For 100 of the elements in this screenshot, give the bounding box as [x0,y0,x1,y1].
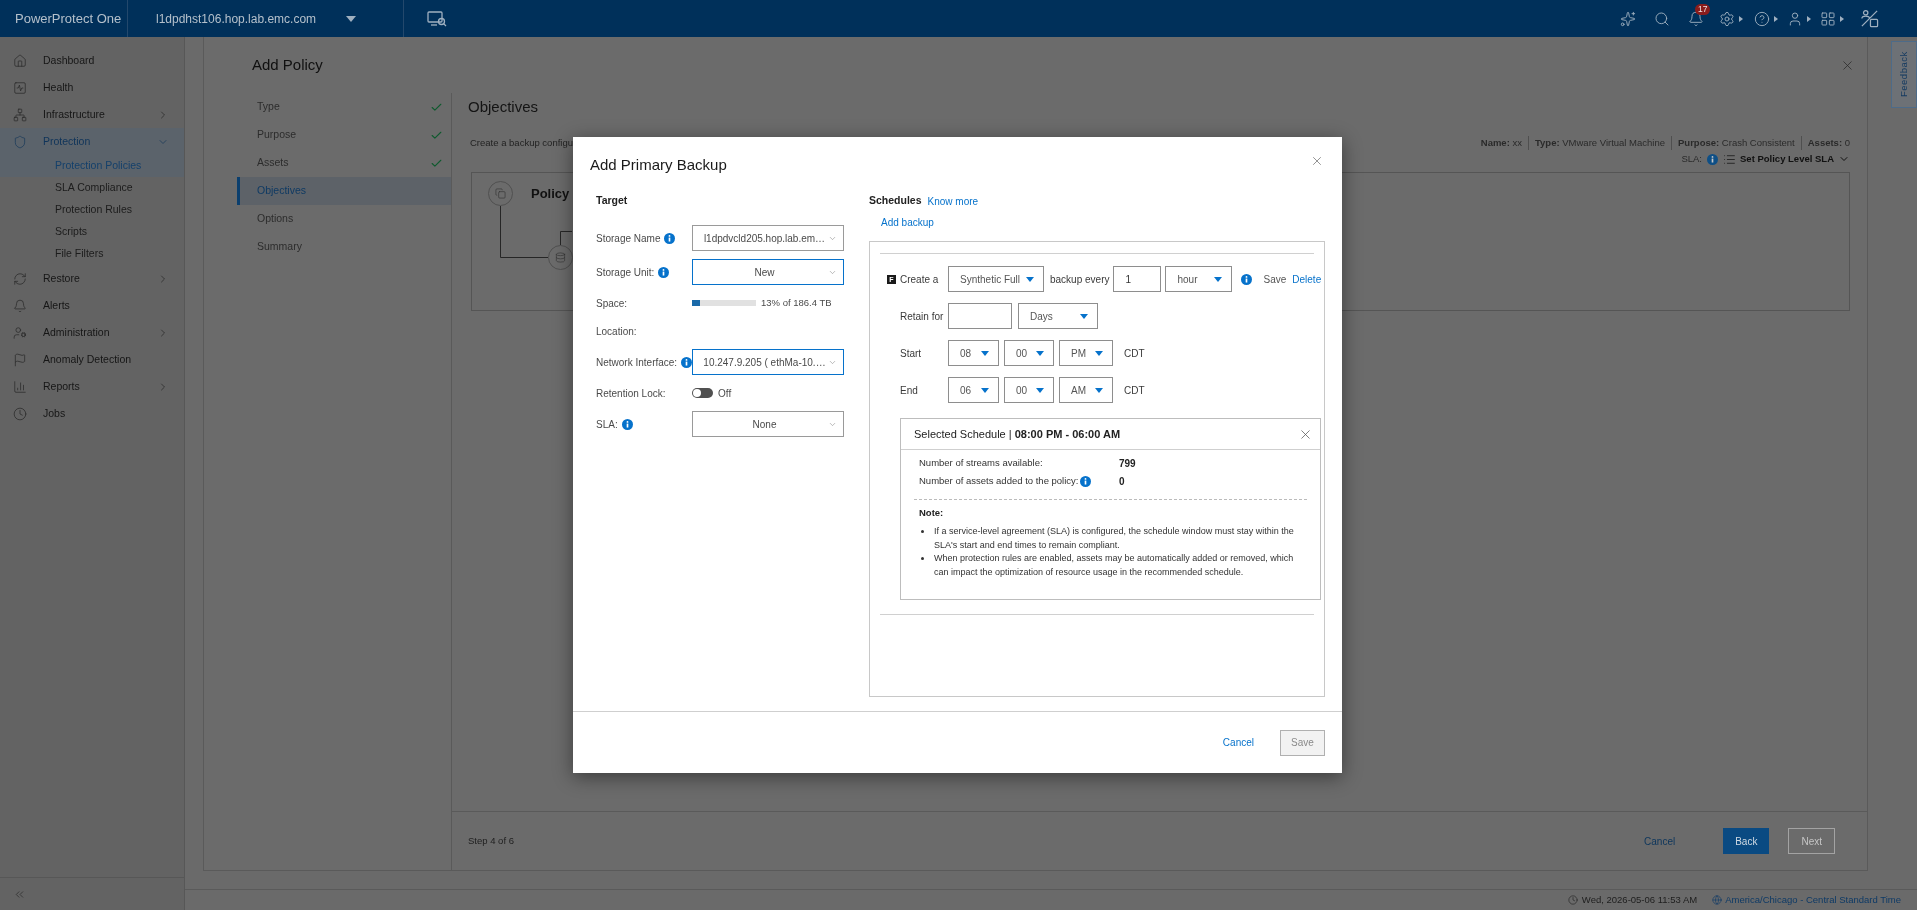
bullet-icon [921,557,924,561]
note-title: Note: [919,506,944,520]
nav-item[interactable]: Jobs [0,400,184,427]
dropdown[interactable]: 00 [1004,377,1054,403]
caret-icon[interactable] [1840,15,1844,22]
step-item[interactable]: Type [237,93,451,121]
nav-item[interactable]: Administration [0,319,184,346]
dropdown[interactable]: PM [1059,340,1113,366]
retain-input[interactable] [948,303,1012,329]
notification-badge: 17 [1695,4,1711,15]
help-icon[interactable] [1754,10,1770,27]
time-label: End [900,383,919,398]
field-label: Retention Lock: [596,386,666,401]
summary-item: Name: xx [1480,135,1522,150]
number-input[interactable]: 1 [1113,266,1162,292]
cancel-button[interactable]: Cancel [1644,833,1676,849]
caret-icon[interactable] [1807,15,1811,22]
toggle-switch[interactable] [692,388,713,398]
caret-icon[interactable] [1774,15,1778,22]
nav-item[interactable]: Alerts [0,292,184,319]
stat-label: Number of streams available: [919,455,1043,470]
dropdown[interactable]: 06 [948,377,999,403]
sla-label: SLA: [1681,151,1702,166]
caret-icon[interactable] [1739,15,1743,22]
know-more-link[interactable]: Know more [927,193,979,209]
every-label: backup every [1050,272,1110,287]
dropdown[interactable]: Synthetic Full [948,266,1044,292]
delete-link[interactable]: Delete [1292,271,1322,287]
dropdown[interactable]: None [692,411,844,437]
shield-icon [13,134,27,149]
nav-item[interactable]: Anomaly Detection [0,346,184,373]
bell-icon [13,298,27,313]
dropdown[interactable]: 10.247.9.205 ( ethMa-10.… [692,349,844,375]
dropdown[interactable]: Days [1018,303,1098,329]
bullet-icon [921,530,924,534]
note-text: When protection rules are enabled, assets may be automatically added or removed, which can impact the optimization of resource usage in the recommended schedule. [934,552,1295,579]
field-label: Network Interface: [596,355,678,370]
caret-icon [1080,313,1088,319]
dialog-title: Add Primary Backup [590,154,727,175]
dropdown[interactable]: 08 [948,340,999,366]
nav-subitem[interactable]: SLA Compliance [0,177,184,199]
sla-dropdown[interactable]: Set Policy Level SLA [1723,151,1850,167]
time-zone-label: CDT [1124,346,1145,361]
user-icon[interactable] [1787,10,1803,27]
diagram-icon[interactable] [1859,9,1879,28]
list-icon [1723,152,1736,166]
settings-icon[interactable] [1719,10,1735,27]
nav-item[interactable]: Restore [0,265,184,292]
stat-value: 0 [1119,474,1125,489]
dropdown[interactable]: New [692,259,844,285]
section-heading: Schedules [869,193,922,209]
dropdown[interactable]: 00 [1004,340,1054,366]
back-button[interactable]: Back [1723,828,1770,854]
nav-subitem[interactable]: Scripts [0,221,184,243]
retain-label: Retain for [900,309,945,324]
product-name: PowerProtect One [15,9,122,28]
grid-icon[interactable] [1820,10,1836,27]
step-item[interactable]: Summary [237,233,451,261]
clock-icon [13,406,27,421]
section-heading: Target [596,193,628,209]
time-zone-label: CDT [1124,383,1145,398]
step-item[interactable]: Assets [237,149,451,177]
caret-icon [1036,387,1044,393]
step-item[interactable]: Objectives [237,177,451,205]
nav-subitem[interactable]: Protection Policies [0,155,184,177]
save-link[interactable]: Save [1263,271,1287,287]
dropdown[interactable]: hour [1165,266,1233,292]
bell-icon[interactable] [1688,10,1704,27]
clock-icon [1567,895,1578,905]
globe-icon [1712,895,1723,905]
section-title: Objectives [468,97,539,117]
step-item[interactable]: Options [237,205,451,233]
pulse-icon [13,80,27,95]
connector-line [560,231,573,246]
time-zone[interactable]: America/Chicago - Central Standard Time [1725,892,1901,908]
summary-item: Type: VMware Virtual Machine [1527,135,1666,151]
cancel-button[interactable]: Cancel [1222,735,1254,750]
nav-item[interactable]: Reports [0,373,184,400]
field-label: SLA: [596,417,618,432]
refresh-icon [13,271,27,286]
monitor-search-icon[interactable] [427,10,447,27]
feedback-tab[interactable]: Feedback [1891,41,1917,108]
user-gear-icon [13,325,27,340]
add-backup-link[interactable]: Add backup [881,214,934,230]
nav-item[interactable]: Infrastructure [0,101,184,128]
nav-item[interactable]: Dashboard [0,47,184,74]
nav-subitem[interactable]: File Filters [0,243,184,265]
home-icon [13,53,27,68]
dropdown[interactable]: AM [1059,377,1113,403]
nav-item[interactable]: Health [0,74,184,101]
close-icon[interactable] [1310,154,1324,168]
step-item[interactable]: Purpose [237,121,451,149]
search-icon[interactable] [1654,10,1670,27]
bar-chart-icon [13,379,27,394]
dropdown[interactable]: l1dpdvcld205.hop.lab.em… [692,225,844,251]
nav-subitem[interactable]: Protection Rules [0,199,184,221]
panel-title: Add Policy [252,54,323,75]
nav-item[interactable]: Protection [0,128,184,155]
create-label: Create a [900,272,940,287]
sparkle-icon[interactable] [1620,10,1636,27]
